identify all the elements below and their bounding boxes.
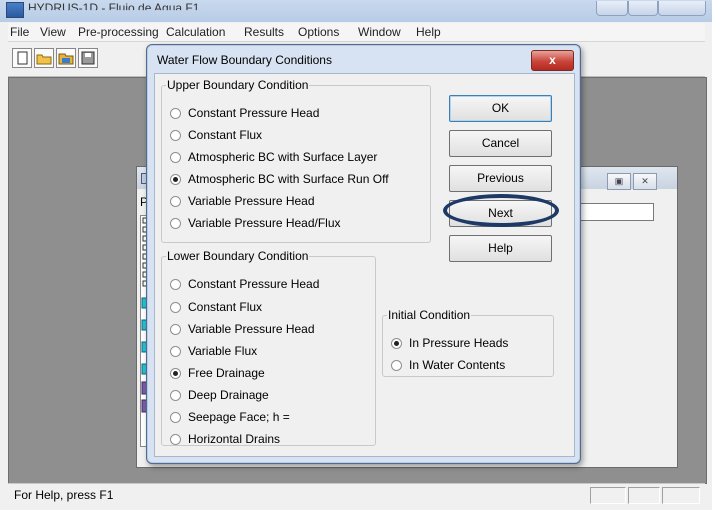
open-folder-icon[interactable]	[34, 48, 54, 68]
radio-label: Constant Flux	[188, 128, 263, 142]
radio-label: Constant Flux	[188, 300, 263, 314]
next-highlight-annotation	[443, 194, 559, 227]
radio-dot-selected	[170, 174, 181, 185]
radio-dot-selected	[170, 368, 181, 379]
status-pane-2	[628, 487, 660, 504]
radio-label: Horizontal Drains	[188, 432, 281, 446]
radio-dot	[170, 324, 181, 335]
radio-dot	[170, 196, 181, 207]
radio-label: Variable Flux	[188, 344, 258, 358]
dialog-close-button[interactable]: x	[531, 50, 574, 71]
radio-dot	[170, 434, 181, 445]
minimize-button[interactable]	[596, 1, 628, 16]
radio-label: Seepage Face; h =	[188, 410, 290, 424]
menu-window[interactable]: Window	[358, 25, 401, 39]
status-pane-1	[590, 487, 626, 504]
cancel-button[interactable]: Cancel	[449, 130, 552, 157]
dialog-title: Water Flow Boundary Conditions	[157, 53, 332, 67]
radio-label: Variable Pressure Head	[188, 194, 315, 208]
radio-dot	[170, 218, 181, 229]
menu-help[interactable]: Help	[416, 25, 441, 39]
previous-button[interactable]: Previous	[449, 165, 552, 192]
radio-dot	[170, 130, 181, 141]
radio-dot	[170, 390, 181, 401]
radio-label: Constant Pressure Head	[188, 106, 320, 120]
upper-boundary-group: Upper Boundary Condition Constant Pressu…	[161, 78, 431, 243]
radio-label: Free Drainage	[188, 366, 265, 380]
initial-condition-legend: Initial Condition	[388, 308, 471, 322]
new-file-icon[interactable]	[12, 48, 32, 68]
lower-boundary-legend: Lower Boundary Condition	[167, 249, 309, 263]
radio-label: In Pressure Heads	[409, 336, 509, 350]
save-icon[interactable]	[78, 48, 98, 68]
title-bar: HYDRUS-1D - Flujo de Agua F1	[0, 0, 712, 22]
menu-pre-processing[interactable]: Pre-processing	[78, 25, 159, 39]
close-window-button[interactable]	[658, 1, 706, 16]
maximize-button[interactable]	[628, 1, 658, 16]
child-restore-button[interactable]: ▣	[607, 173, 631, 190]
radio-dot	[170, 346, 181, 357]
menu-options[interactable]: Options	[298, 25, 339, 39]
menu-file[interactable]: File	[10, 25, 29, 39]
radio-label: Deep Drainage	[188, 388, 269, 402]
radio-label: Atmospheric BC with Surface Layer	[188, 150, 378, 164]
water-flow-boundary-dialog: Water Flow Boundary Conditions x Upper B…	[146, 44, 581, 464]
menu-bar: File View Pre-processing Calculation Res…	[8, 23, 705, 42]
lower-boundary-group: Lower Boundary Condition Constant Pressu…	[161, 249, 376, 446]
radio-label: Atmospheric BC with Surface Run Off	[188, 172, 389, 186]
menu-calculation[interactable]: Calculation	[166, 25, 225, 39]
radio-dot	[170, 279, 181, 290]
dialog-body: Upper Boundary Condition Constant Pressu…	[154, 73, 575, 457]
open-project-icon[interactable]	[56, 48, 76, 68]
radio-label: Constant Pressure Head	[188, 277, 320, 291]
radio-dot	[391, 360, 402, 371]
radio-dot-selected	[391, 338, 402, 349]
app-icon	[6, 2, 24, 18]
radio-dot	[170, 412, 181, 423]
initial-condition-group: Initial Condition In Pressure Heads In W…	[382, 308, 554, 377]
status-bar: For Help, press F1	[8, 483, 705, 506]
menu-results[interactable]: Results	[244, 25, 284, 39]
radio-dot	[170, 302, 181, 313]
ok-button[interactable]: OK	[449, 95, 552, 122]
radio-label: In Water Contents	[409, 358, 506, 372]
child-close-button[interactable]: ✕	[633, 173, 657, 190]
radio-label: Variable Pressure Head/Flux	[188, 216, 341, 230]
status-pane-3	[662, 487, 700, 504]
radio-dot	[170, 152, 181, 163]
menu-view[interactable]: View	[40, 25, 66, 39]
status-text: For Help, press F1	[14, 488, 114, 502]
window-title: HYDRUS-1D - Flujo de Agua F1	[28, 1, 200, 15]
radio-label: Variable Pressure Head	[188, 322, 315, 336]
upper-boundary-legend: Upper Boundary Condition	[167, 78, 309, 92]
help-button[interactable]: Help	[449, 235, 552, 262]
radio-dot	[170, 108, 181, 119]
